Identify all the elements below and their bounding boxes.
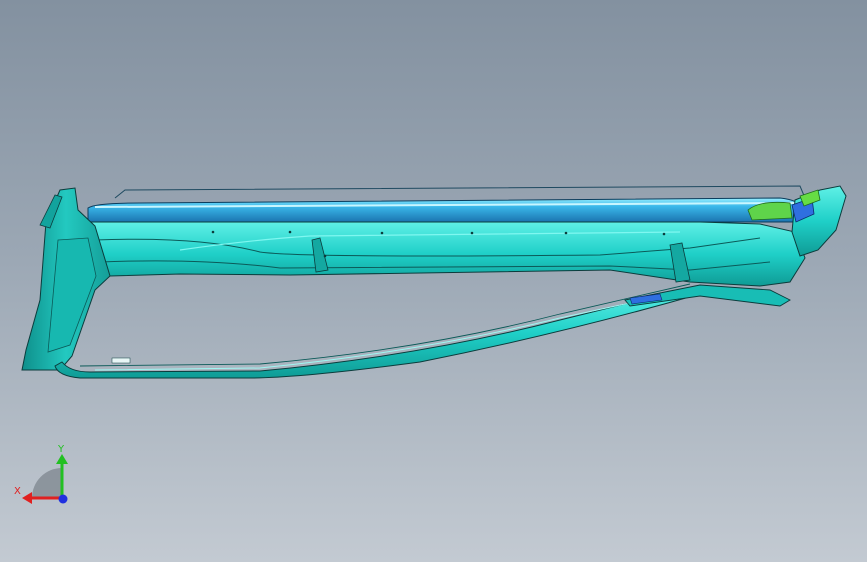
triad-z-dot	[58, 494, 68, 504]
upper-rail-wire	[114, 185, 806, 199]
triad-quarter-disc	[32, 468, 62, 498]
triad-x-arrow	[22, 492, 32, 504]
door-frame-model[interactable]	[0, 0, 867, 562]
lower-rail-tag	[111, 357, 131, 364]
cad-viewport[interactable]: Y X	[0, 0, 867, 562]
triad-y-label: Y	[57, 444, 65, 455]
lower-rail	[54, 287, 702, 379]
main-beam	[61, 221, 806, 287]
lower-rail-crease	[79, 283, 691, 367]
triad-x-label: X	[14, 486, 21, 497]
orientation-triad: Y X	[14, 444, 68, 504]
triad-y-arrow	[56, 454, 68, 464]
upper-tube	[87, 197, 806, 223]
